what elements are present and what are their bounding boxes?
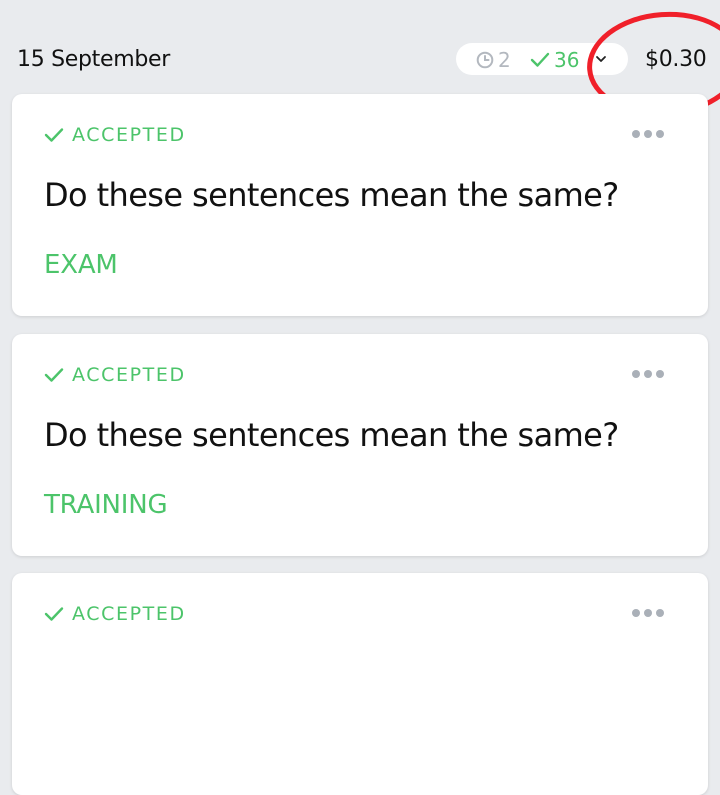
accepted-count: 36 bbox=[554, 48, 580, 72]
accepted-stat: 36 bbox=[530, 48, 579, 72]
date-label: 15 September bbox=[17, 47, 170, 72]
pool-type-label: TRAINING bbox=[44, 490, 168, 520]
status-row: ACCEPTED bbox=[44, 364, 186, 386]
more-options-icon[interactable] bbox=[632, 370, 664, 378]
pool-type-label: EXAM bbox=[44, 250, 118, 280]
check-icon bbox=[44, 368, 64, 382]
check-icon bbox=[530, 52, 550, 67]
check-icon bbox=[44, 128, 64, 142]
check-icon bbox=[44, 607, 64, 621]
more-options-icon[interactable] bbox=[632, 609, 664, 617]
task-title: Do these sentences mean the same? bbox=[44, 416, 619, 454]
task-card[interactable]: ACCEPTED bbox=[12, 573, 708, 795]
status-label: ACCEPTED bbox=[72, 124, 186, 146]
more-options-icon[interactable] bbox=[632, 130, 664, 138]
status-row: ACCEPTED bbox=[44, 603, 186, 625]
clock-icon bbox=[476, 51, 494, 69]
status-row: ACCEPTED bbox=[44, 124, 186, 146]
task-card[interactable]: ACCEPTED Do these sentences mean the sam… bbox=[12, 334, 708, 556]
task-title: Do these sentences mean the same? bbox=[44, 176, 619, 214]
status-label: ACCEPTED bbox=[72, 364, 186, 386]
pending-count: 2 bbox=[498, 48, 511, 72]
pending-stat: 2 bbox=[476, 48, 511, 72]
status-label: ACCEPTED bbox=[72, 603, 186, 625]
task-card[interactable]: ACCEPTED Do these sentences mean the sam… bbox=[12, 94, 708, 316]
